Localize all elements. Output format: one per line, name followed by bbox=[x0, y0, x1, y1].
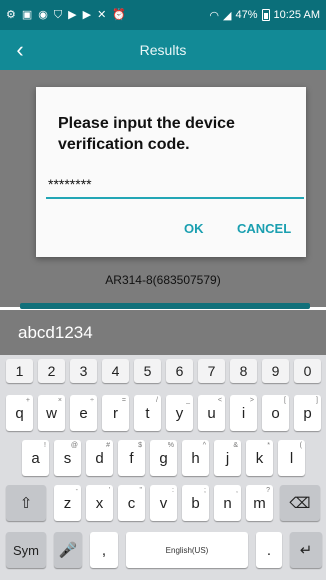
shift-key-icon[interactable]: ⇧ bbox=[6, 485, 46, 521]
status-bar: ⚙ ▣ ◉ ⛉ ▶ ▶ ✕ ⏰ ◠ ◢ 47% 10:25 AM bbox=[0, 0, 326, 30]
key-d[interactable]: d # bbox=[86, 440, 113, 476]
key-6[interactable]: 6 bbox=[166, 359, 193, 383]
back-arrow-icon[interactable]: ‹ bbox=[0, 30, 40, 70]
play-icon: ▶ bbox=[68, 8, 77, 21]
key-0[interactable]: 0 bbox=[294, 359, 321, 383]
settings-icon: ⚙ bbox=[6, 8, 16, 21]
battery-icon bbox=[261, 9, 270, 21]
key-c[interactable]: c " bbox=[118, 485, 145, 521]
key-w[interactable]: w × bbox=[38, 395, 65, 431]
key-q[interactable]: q + bbox=[6, 395, 33, 431]
key-b[interactable]: b; bbox=[182, 485, 209, 521]
keyboard-row-2: a! s @ d # f $ g% h ^ j & k * l( bbox=[0, 440, 326, 480]
alarm-icon: ⏰ bbox=[112, 8, 126, 21]
mic-key-icon[interactable]: 🎤 bbox=[54, 532, 82, 568]
play-icon: ▶ bbox=[82, 8, 92, 21]
key-2[interactable]: 2 bbox=[38, 359, 65, 383]
device-id-text: AR314-8(683507579) bbox=[105, 273, 221, 287]
keyboard-row-3: ⇧ z- x ' c " v: b; n, m? ⌫ bbox=[0, 485, 326, 525]
keyboard-row-4: Sym 🎤 , English(US) . ↵ bbox=[0, 532, 326, 572]
key-m[interactable]: m? bbox=[246, 485, 273, 521]
key-r[interactable]: r = bbox=[102, 395, 129, 431]
key-k[interactable]: k * bbox=[246, 440, 273, 476]
key-x[interactable]: x ' bbox=[86, 485, 113, 521]
page-title: Results bbox=[139, 42, 187, 58]
key-g[interactable]: g% bbox=[150, 440, 177, 476]
key-1[interactable]: 1 bbox=[6, 359, 33, 383]
key-i[interactable]: i > bbox=[230, 395, 257, 431]
key-f[interactable]: f $ bbox=[118, 440, 145, 476]
key-n[interactable]: n, bbox=[214, 485, 241, 521]
enter-key-icon[interactable]: ↵ bbox=[290, 532, 322, 568]
status-right: ◠ ◢ 47% 10:25 AM bbox=[209, 9, 320, 22]
key-p[interactable]: p] bbox=[294, 395, 321, 431]
key-9[interactable]: 9 bbox=[262, 359, 289, 383]
key-z[interactable]: z- bbox=[54, 485, 81, 521]
key-u[interactable]: u < bbox=[198, 395, 225, 431]
key-y[interactable]: y _ bbox=[166, 395, 193, 431]
verification-code-input[interactable] bbox=[46, 171, 304, 199]
cancel-button[interactable]: CANCEL bbox=[231, 220, 297, 237]
battery-percent: 47% bbox=[235, 9, 258, 21]
key-8[interactable]: 8 bbox=[230, 359, 257, 383]
key-7[interactable]: 7 bbox=[198, 359, 225, 383]
key-e[interactable]: e ÷ bbox=[70, 395, 97, 431]
key-4[interactable]: 4 bbox=[102, 359, 129, 383]
key-o[interactable]: o[ bbox=[262, 395, 289, 431]
key-h[interactable]: h ^ bbox=[182, 440, 209, 476]
signal-icon: ◢ bbox=[223, 9, 232, 22]
notification-icons: ⚙ ▣ ◉ ⛉ ▶ ▶ ✕ ⏰ bbox=[6, 8, 126, 21]
dialog-title: Please input the device verification cod… bbox=[58, 115, 235, 153]
space-key[interactable]: English(US) bbox=[126, 532, 248, 568]
no-sim-icon: ✕ bbox=[97, 8, 107, 21]
app-bar: ‹ Results bbox=[0, 30, 326, 70]
keyboard-suggestion-bar: abcd1234 bbox=[0, 310, 326, 355]
shield-icon: ⛉ bbox=[53, 8, 63, 21]
ok-button[interactable]: OK bbox=[178, 220, 210, 237]
keyboard: 1 2 3 4 5 6 7 8 9 0 q + w × e ÷ r = t / y _ u <… bbox=[0, 355, 326, 580]
key-j[interactable]: j & bbox=[214, 440, 241, 476]
key-5[interactable]: 5 bbox=[134, 359, 161, 383]
period-key[interactable]: . bbox=[256, 532, 282, 568]
clock: 10:25 AM bbox=[273, 9, 320, 21]
key-v[interactable]: v: bbox=[150, 485, 177, 521]
suggestion-word[interactable]: abcd1234 bbox=[18, 323, 93, 343]
image-icon: ▣ bbox=[21, 8, 33, 21]
keyboard-row-1: q + w × e ÷ r = t / y _ u < i > o[ p] bbox=[0, 395, 326, 435]
key-a[interactable]: a! bbox=[22, 440, 49, 476]
key-t[interactable]: t / bbox=[134, 395, 161, 431]
action-button-edge[interactable] bbox=[20, 303, 310, 309]
verification-dialog: Please input the device verification cod… bbox=[36, 87, 306, 257]
sym-key[interactable]: Sym bbox=[6, 532, 46, 568]
comma-key[interactable]: , bbox=[90, 532, 118, 568]
keyboard-number-row: 1 2 3 4 5 6 7 8 9 0 bbox=[0, 357, 326, 397]
chat-icon: ◉ bbox=[38, 8, 48, 21]
key-s[interactable]: s @ bbox=[54, 440, 81, 476]
key-l[interactable]: l( bbox=[278, 440, 305, 476]
key-3[interactable]: 3 bbox=[70, 359, 97, 383]
wifi-icon: ◠ bbox=[209, 9, 220, 22]
backspace-key-icon[interactable]: ⌫ bbox=[280, 485, 320, 521]
